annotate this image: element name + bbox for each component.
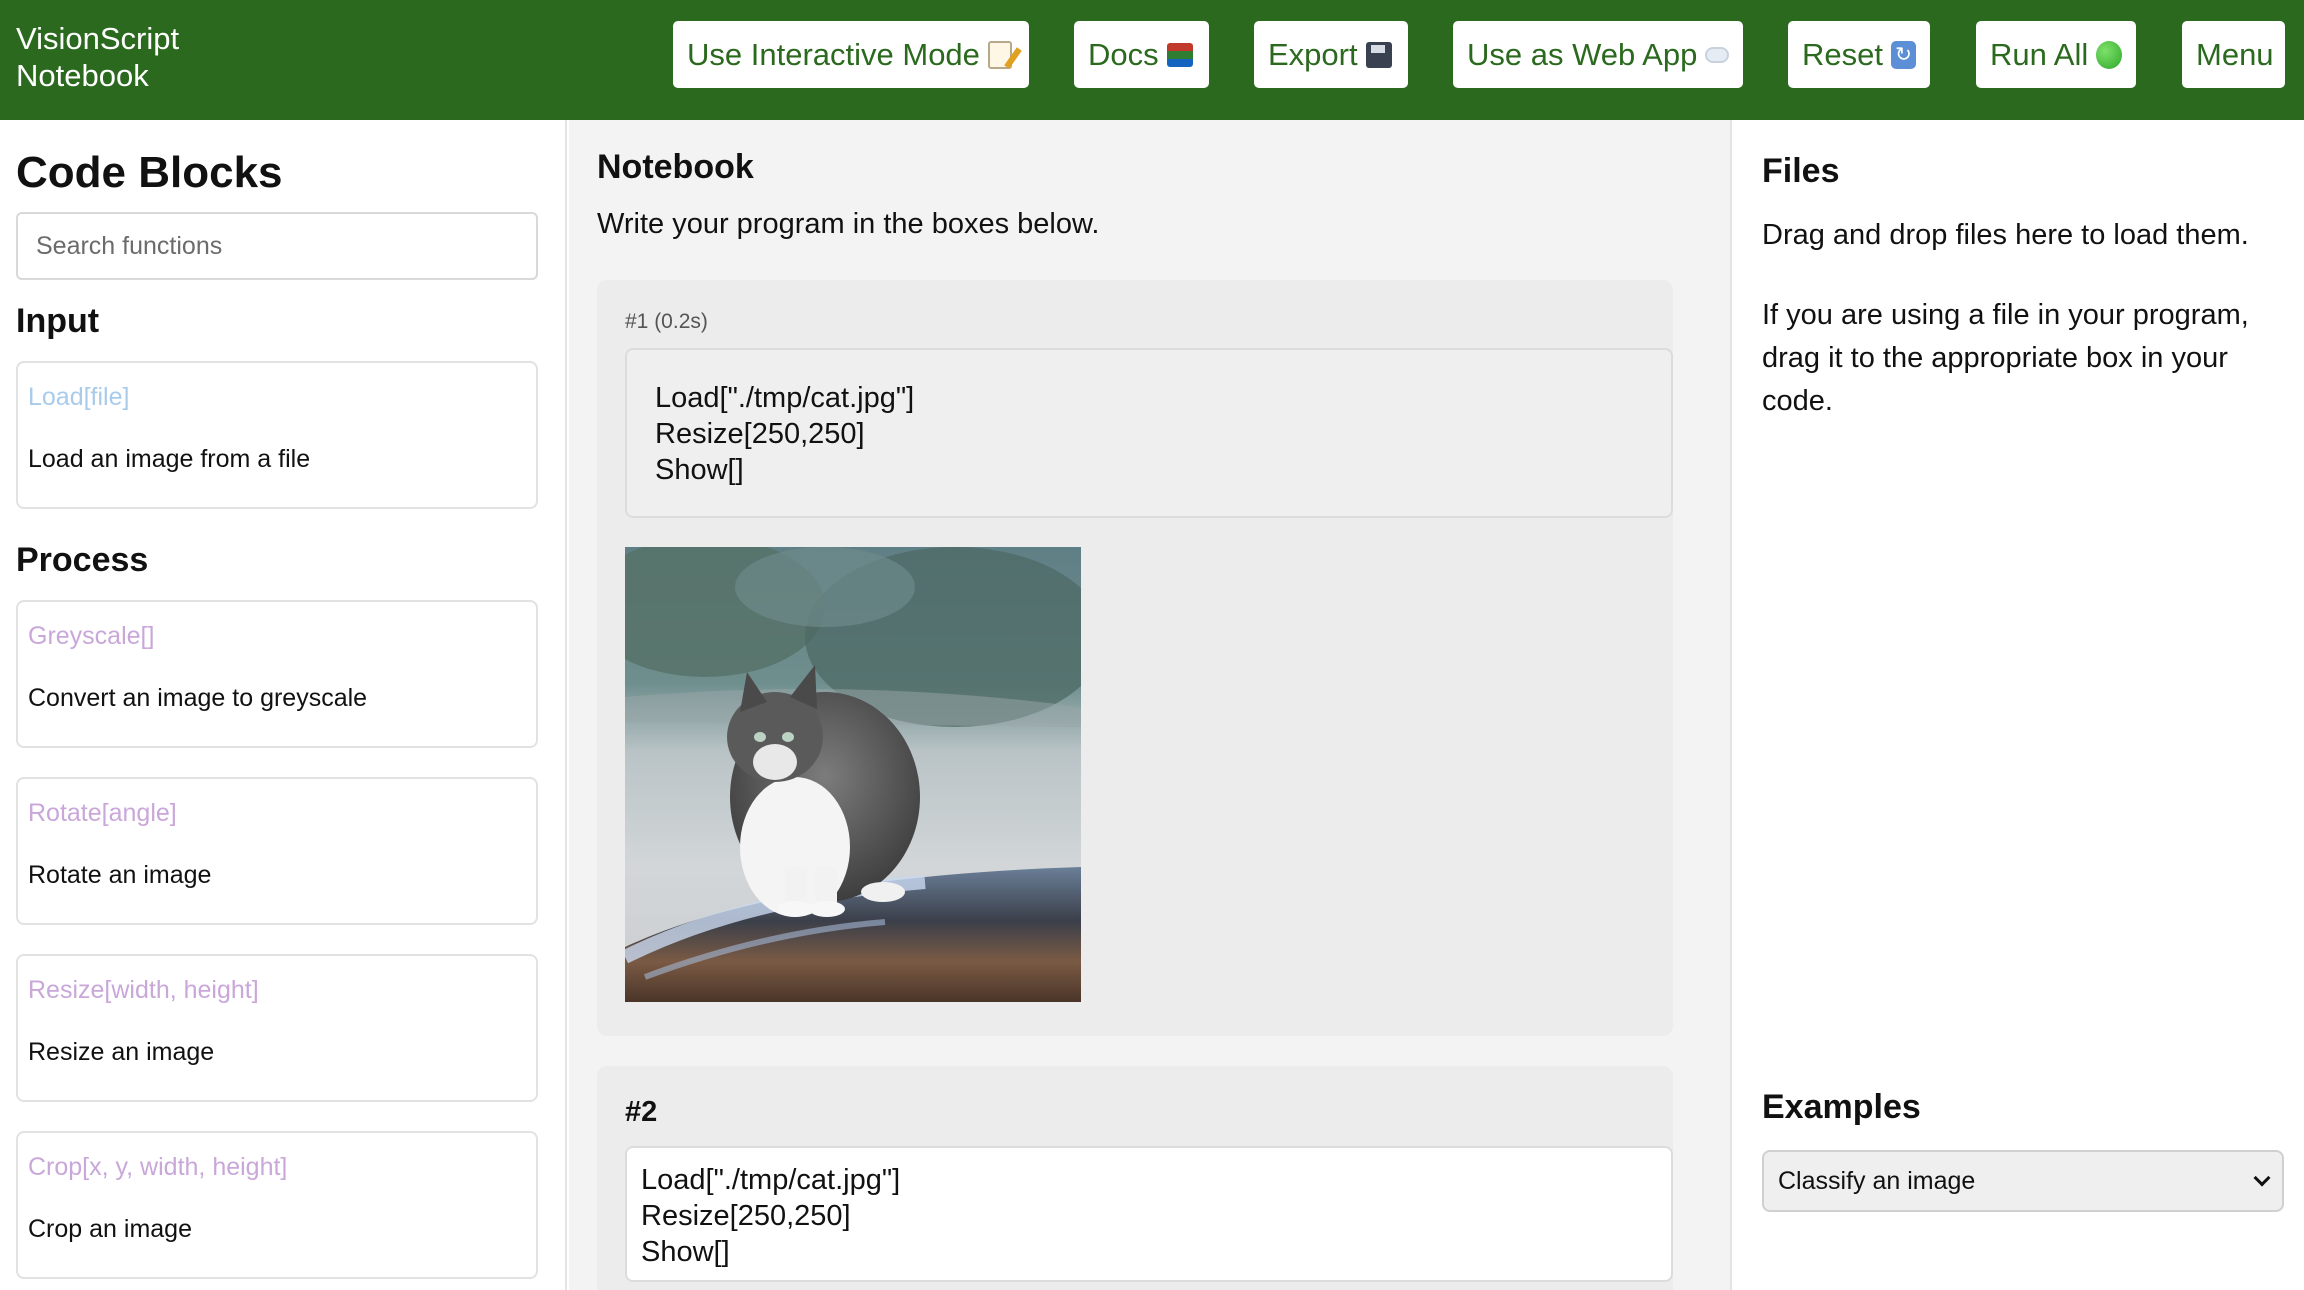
examples-title: Examples bbox=[1762, 1088, 1921, 1126]
notebook-panel: Notebook Write your program in the boxes… bbox=[569, 120, 1732, 1290]
notebook-cell-2: #2 Load["./tmp/cat.jpg"] Resize[250,250]… bbox=[597, 1066, 1673, 1290]
top-navigation-bar: VisionScript Notebook Use Interactive Mo… bbox=[0, 0, 2304, 120]
reset-label: Reset bbox=[1802, 36, 1883, 72]
app-brand[interactable]: VisionScript Notebook bbox=[16, 20, 179, 94]
use-as-web-app-label: Use as Web App bbox=[1467, 36, 1698, 72]
code-block-resize[interactable]: Resize[width, height] Resize an image bbox=[16, 954, 538, 1102]
green-circle-icon bbox=[2096, 40, 2122, 69]
section-heading-process: Process bbox=[16, 541, 149, 579]
code-block-description: Rotate an image bbox=[28, 861, 212, 889]
floppy-disk-icon bbox=[1365, 41, 1392, 68]
cell-code-editor[interactable]: Load["./tmp/cat.jpg"] Resize[250,250] Sh… bbox=[625, 348, 1673, 518]
reset-button[interactable]: Reset ↻ bbox=[1788, 21, 1930, 88]
cell-code-editor[interactable]: Load["./tmp/cat.jpg"] Resize[250,250] Sh… bbox=[625, 1146, 1673, 1282]
cat-photo-icon bbox=[625, 547, 1081, 1002]
brand-line-1: VisionScript bbox=[16, 21, 180, 56]
docs-button[interactable]: Docs bbox=[1074, 21, 1209, 88]
cell-run-label: #1 (0.2s) bbox=[625, 310, 708, 333]
examples-selected-value: Classify an image bbox=[1778, 1166, 1976, 1195]
run-all-button[interactable]: Run All bbox=[1976, 21, 2136, 88]
code-block-signature: Greyscale[] bbox=[28, 622, 155, 650]
code-block-greyscale[interactable]: Greyscale[] Convert an image to greyscal… bbox=[16, 600, 538, 748]
files-title: Files bbox=[1762, 152, 1840, 190]
notebook-subtitle: Write your program in the boxes below. bbox=[597, 208, 1100, 240]
code-blocks-sidebar: Code Blocks Input Load[file] Load an ima… bbox=[0, 120, 567, 1290]
code-block-signature: Crop[x, y, width, height] bbox=[28, 1153, 288, 1181]
docs-label: Docs bbox=[1088, 36, 1159, 72]
cell-run-label: #2 bbox=[625, 1096, 658, 1128]
export-label: Export bbox=[1268, 36, 1358, 72]
code-block-crop[interactable]: Crop[x, y, width, height] Crop an image bbox=[16, 1131, 538, 1279]
code-block-description: Crop an image bbox=[28, 1215, 192, 1243]
menu-label: Menu bbox=[2196, 36, 2274, 72]
cat-output-image bbox=[625, 547, 1081, 1002]
files-help-text: If you are using a file in your program,… bbox=[1762, 299, 2249, 417]
files-panel[interactable]: Files Drag and drop files here to load t… bbox=[1734, 120, 2304, 1290]
cloud-icon bbox=[1705, 46, 1729, 63]
examples-select[interactable]: Classify an image bbox=[1762, 1150, 2284, 1212]
memo-icon bbox=[987, 40, 1012, 69]
books-icon bbox=[1166, 42, 1193, 67]
code-block-signature: Rotate[angle] bbox=[28, 799, 177, 827]
menu-button[interactable]: Menu bbox=[2182, 21, 2285, 88]
use-as-web-app-button[interactable]: Use as Web App bbox=[1453, 21, 1743, 88]
use-interactive-mode-button[interactable]: Use Interactive Mode bbox=[673, 21, 1029, 88]
code-block-rotate[interactable]: Rotate[angle] Rotate an image bbox=[16, 777, 538, 925]
notebook-title: Notebook bbox=[597, 148, 754, 186]
code-block-description: Convert an image to greyscale bbox=[28, 684, 368, 712]
code-block-signature: Resize[width, height] bbox=[28, 976, 259, 1004]
search-functions-input[interactable] bbox=[16, 212, 538, 280]
files-drop-text: Drag and drop files here to load them. bbox=[1762, 219, 2249, 251]
brand-line-2: Notebook bbox=[16, 58, 149, 93]
code-block-signature: Load[file] bbox=[28, 383, 130, 411]
run-all-label: Run All bbox=[1990, 36, 2089, 72]
code-block-description: Resize an image bbox=[28, 1038, 215, 1066]
chevron-down-icon bbox=[2253, 1169, 2271, 1187]
notebook-cell-1: #1 (0.2s) Load["./tmp/cat.jpg"] Resize[2… bbox=[597, 280, 1673, 1036]
use-interactive-mode-label: Use Interactive Mode bbox=[687, 36, 980, 72]
section-heading-input: Input bbox=[16, 302, 100, 340]
code-block-description: Load an image from a file bbox=[28, 445, 311, 473]
code-block-load[interactable]: Load[file] Load an image from a file bbox=[16, 361, 538, 509]
refresh-icon: ↻ bbox=[1890, 40, 1916, 69]
export-button[interactable]: Export bbox=[1254, 21, 1408, 88]
code-blocks-title: Code Blocks bbox=[16, 148, 283, 197]
